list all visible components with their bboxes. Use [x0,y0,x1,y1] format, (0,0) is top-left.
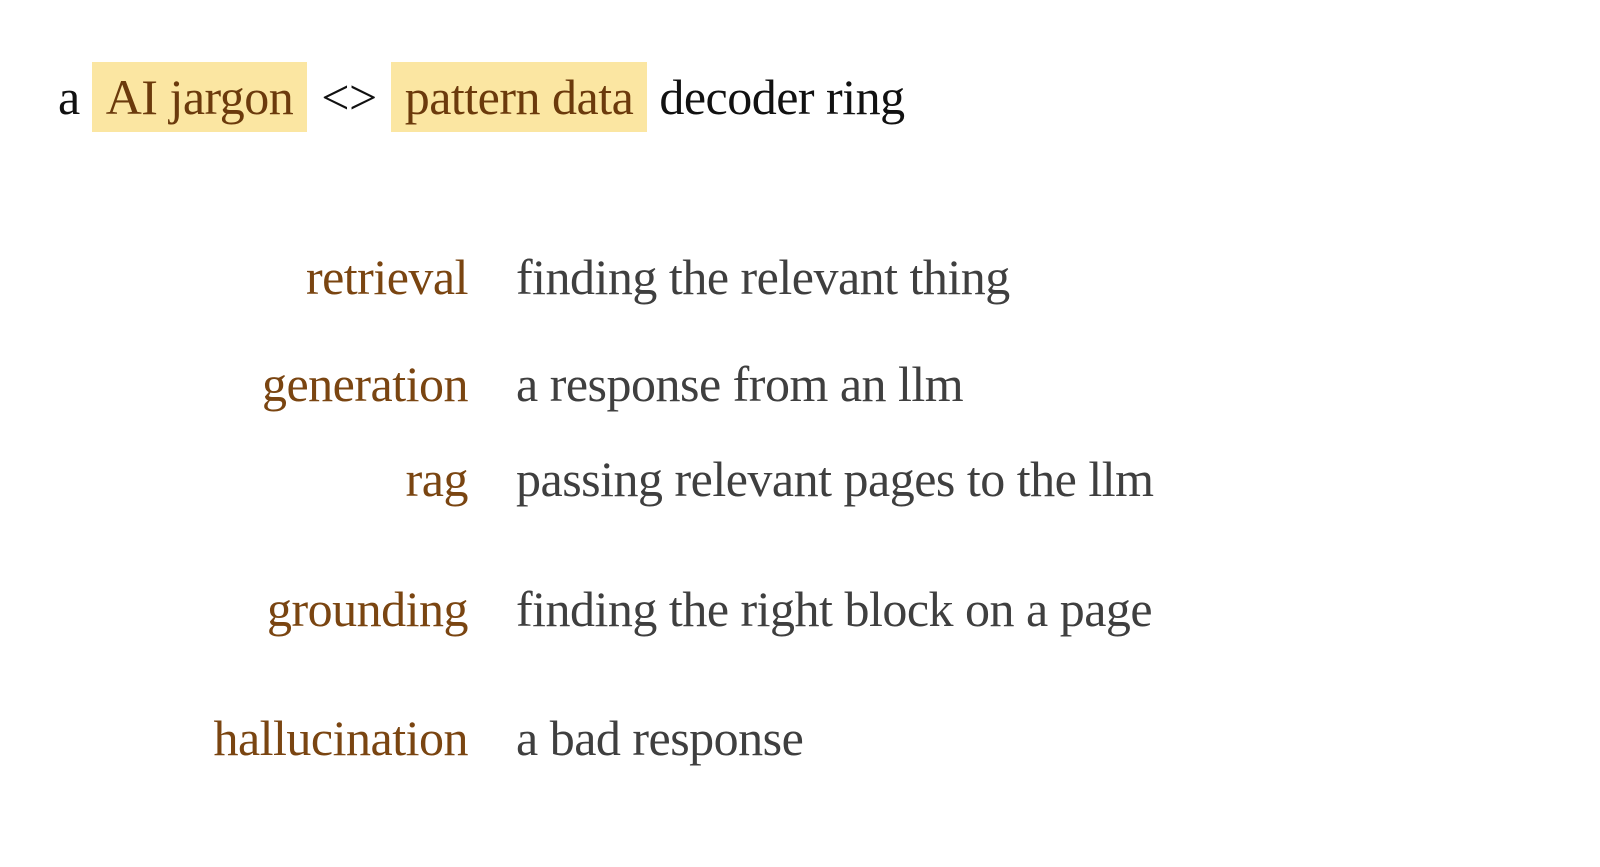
definition-row-retrieval: retrieval finding the relevant thing [0,236,1600,306]
term-label: grounding [266,581,469,637]
definition-list: retrieval finding the relevant thing gen… [0,0,1600,867]
definition-row-hallucination: hallucination a bad response [0,697,1600,767]
term-definition: finding the relevant thing [516,249,1010,305]
term-label: hallucination [213,710,468,766]
term-definition: a bad response [516,710,804,766]
term-definition: a response from an llm [516,356,964,412]
term-label: retrieval [305,249,469,305]
term-definition: finding the right block on a page [516,581,1153,637]
definition-row-rag: rag passing relevant pages to the llm [0,438,1600,508]
definition-row-generation: generation a response from an llm [0,343,1600,413]
term-label: rag [405,451,469,507]
term-definition: passing relevant pages to the llm [516,451,1154,507]
term-label: generation [261,356,469,412]
definition-row-grounding: grounding finding the right block on a p… [0,568,1600,638]
